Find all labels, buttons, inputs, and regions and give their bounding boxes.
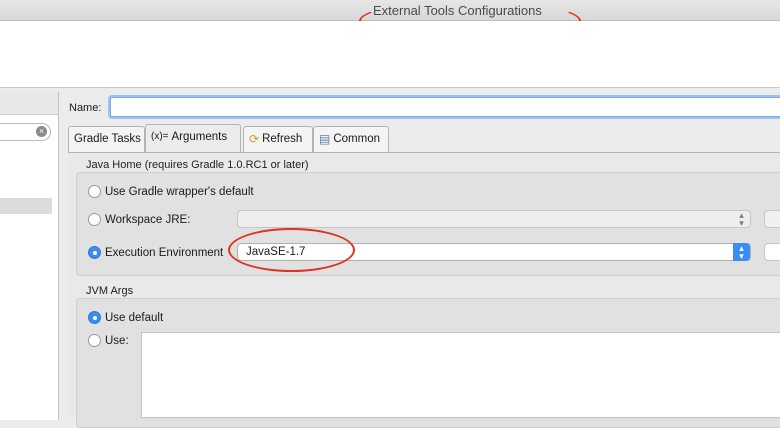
execution-environment-select[interactable]: JavaSE-1.7 ▴ ▾: [237, 243, 751, 261]
tab-gradle-tasks[interactable]: Gradle Tasks: [68, 126, 145, 152]
tab-refresh[interactable]: ⟳ Refresh: [243, 126, 313, 152]
workspace-jre-label: Workspace JRE:: [105, 214, 191, 226]
variables-icon: (x)=: [151, 131, 169, 142]
tab-arguments[interactable]: (x)= Arguments: [145, 124, 241, 152]
use-default-label: Use default: [105, 312, 164, 324]
filter-input[interactable]: ×: [0, 123, 51, 141]
execution-environment-label: Execution Environment: [105, 247, 224, 259]
tab-common[interactable]: ▤ Common: [313, 126, 389, 152]
radio-gradle-wrapper-default[interactable]: [88, 185, 101, 198]
title-bar: External Tools Configurations: [0, 0, 780, 21]
dialog-header-area: [0, 21, 780, 88]
updown-chevron-icon: ▴ ▾: [733, 243, 750, 261]
name-label: Name:: [69, 102, 102, 114]
radio-execution-environment[interactable]: [88, 246, 101, 259]
java-home-group-title: Java Home (requires Gradle 1.0.RC1 or la…: [86, 159, 309, 171]
list-item-selected[interactable]: [0, 198, 52, 214]
workspace-jre-select[interactable]: ▴ ▾: [237, 210, 751, 228]
common-icon: ▤: [319, 132, 331, 146]
configuration-list-pane: [0, 92, 59, 420]
use-custom-label: Use:: [105, 335, 129, 347]
radio-workspace-jre[interactable]: [88, 213, 101, 226]
workspace-jre-button[interactable]: [764, 210, 780, 228]
radio-use-custom[interactable]: [88, 334, 101, 347]
clear-icon[interactable]: ×: [36, 126, 47, 137]
refresh-icon: ⟳: [249, 132, 260, 146]
radio-use-default[interactable]: [88, 311, 101, 324]
gradle-wrapper-default-label: Use Gradle wrapper's default: [105, 186, 254, 198]
jvm-args-group-title: JVM Args: [86, 285, 134, 297]
name-input[interactable]: [110, 97, 780, 117]
execution-environment-button[interactable]: [764, 243, 780, 261]
window-title: External Tools Configurations: [373, 3, 542, 18]
jvm-args-textarea[interactable]: [141, 332, 780, 418]
updown-chevron-icon: ▴ ▾: [739, 210, 744, 228]
list-toolbar: [0, 92, 58, 115]
